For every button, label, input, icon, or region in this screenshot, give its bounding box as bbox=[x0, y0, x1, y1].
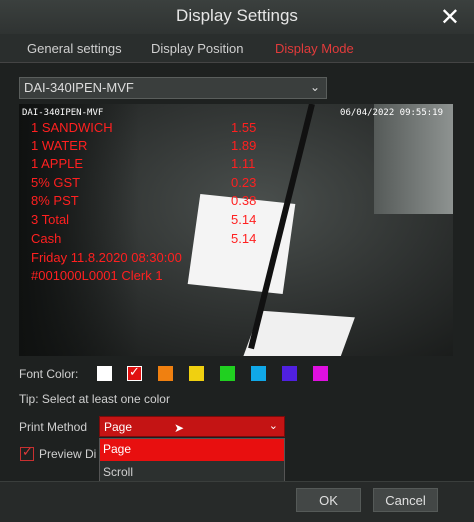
color-swatch-magenta[interactable] bbox=[313, 366, 328, 381]
tip-text: Tip: Select at least one color bbox=[19, 392, 170, 406]
channel-select[interactable]: DAI-340IPEN-MVF ⌄ bbox=[19, 77, 327, 99]
tab-general-settings[interactable]: General settings bbox=[27, 41, 122, 56]
preview-checkbox[interactable] bbox=[20, 445, 34, 461]
print-method-dropdown: Page Scroll bbox=[99, 438, 285, 484]
mouse-cursor-icon: ➤ bbox=[174, 421, 185, 435]
preview-checkbox-label: Preview Di bbox=[39, 447, 97, 461]
receipt-value: 1.11 bbox=[231, 156, 256, 171]
receipt-line: 8% PST bbox=[31, 193, 79, 208]
color-swatch-green[interactable] bbox=[220, 366, 235, 381]
receipt-value: 1.55 bbox=[231, 120, 257, 135]
receipt-line: 5% GST bbox=[31, 175, 81, 190]
color-swatch-blue[interactable] bbox=[251, 366, 266, 381]
print-method-value: Page bbox=[104, 420, 133, 434]
receipt-line: 1 WATER bbox=[31, 138, 88, 153]
tab-display-mode[interactable]: Display Mode bbox=[275, 41, 354, 56]
receipt-value: 5.14 bbox=[231, 231, 257, 246]
chevron-down-icon: ⌄ bbox=[268, 420, 278, 432]
receipt-value: 0.23 bbox=[231, 175, 257, 190]
camera-label: DAI-340IPEN-MVF bbox=[22, 108, 104, 118]
cancel-button[interactable]: Cancel bbox=[373, 488, 438, 512]
receipt-line: Cash bbox=[31, 231, 62, 246]
receipt-value: 0.38 bbox=[231, 193, 257, 208]
ok-button[interactable]: OK bbox=[296, 488, 361, 512]
tab-bar: General settings Display Position Displa… bbox=[0, 34, 474, 63]
receipt-line: 3 Total bbox=[31, 212, 70, 227]
dropdown-option-page[interactable]: Page bbox=[100, 439, 284, 461]
receipt-value: 1.89 bbox=[231, 138, 257, 153]
receipt-line: #001000L0001 Clerk 1 bbox=[31, 268, 163, 283]
color-swatch-white[interactable] bbox=[97, 366, 112, 381]
color-swatch-red[interactable] bbox=[127, 365, 142, 381]
camera-datetime: 06/04/2022 09:55:19 bbox=[340, 108, 443, 118]
print-method-label: Print Method bbox=[19, 420, 88, 434]
receipt-line: 1 APPLE bbox=[31, 156, 84, 171]
font-color-label: Font Color: bbox=[19, 367, 79, 381]
tab-display-position[interactable]: Display Position bbox=[151, 41, 244, 56]
window-title: Display Settings bbox=[176, 6, 298, 25]
title-bar: Display Settings ✕ bbox=[0, 0, 474, 34]
color-swatch-orange[interactable] bbox=[158, 366, 173, 381]
close-icon[interactable]: ✕ bbox=[440, 3, 460, 31]
channel-select-value: DAI-340IPEN-MVF bbox=[24, 80, 134, 95]
video-preview: DAI-340IPEN-MVF 06/04/2022 09:55:19 1 SA… bbox=[19, 104, 453, 356]
color-swatch-yellow[interactable] bbox=[189, 366, 204, 381]
chevron-down-icon: ⌄ bbox=[309, 80, 320, 94]
receipt-value: 5.14 bbox=[231, 212, 257, 227]
receipt-line: 1 SANDWICH bbox=[31, 120, 113, 135]
receipt-line: Friday 11.8.2020 08:30:00 bbox=[31, 250, 182, 265]
print-method-select[interactable]: Page ⌄ bbox=[99, 416, 285, 437]
ceiling-panel bbox=[374, 104, 453, 214]
color-swatch-purple[interactable] bbox=[282, 366, 297, 381]
